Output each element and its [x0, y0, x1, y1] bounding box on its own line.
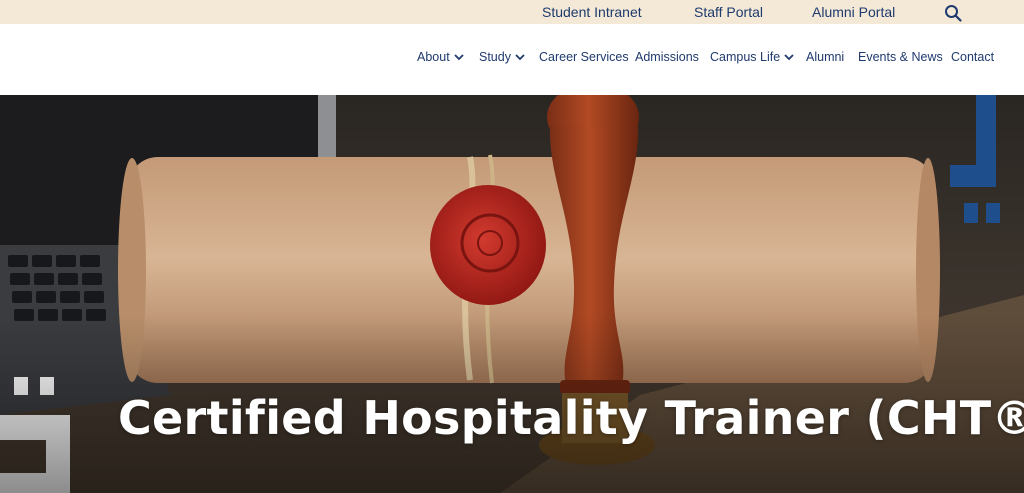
search-icon[interactable] — [944, 4, 962, 22]
nav-item-label: Career Services — [539, 50, 629, 64]
staff-portal-link[interactable]: Staff Portal — [694, 4, 763, 20]
nav-item-campus-life[interactable]: Campus Life — [710, 50, 795, 64]
nav-item-label: Campus Life — [710, 50, 781, 64]
hero-title: Certified Hospitality Trainer (CHT®) — [118, 391, 1024, 445]
utility-bar: Student Intranet Staff Portal Alumni Por… — [0, 0, 1024, 24]
nav-item-label: Contact — [951, 50, 995, 64]
hero-banner: Certified Hospitality Trainer (CHT®) — [0, 95, 1024, 493]
nav-item-label: Alumni — [806, 50, 845, 64]
student-intranet-link[interactable]: Student Intranet — [542, 4, 642, 20]
nav-item-career-services[interactable]: Career Services — [539, 50, 629, 64]
nav-item-label: About — [417, 50, 450, 64]
nav-item-about[interactable]: About — [417, 50, 465, 64]
nav-item-alumni[interactable]: Alumni — [806, 50, 844, 64]
main-nav: About Study Career Services Admissions C… — [0, 24, 1024, 95]
nav-item-label: Study — [479, 50, 511, 64]
chevron-down-icon — [454, 54, 464, 61]
nav-item-contact[interactable]: Contact — [951, 50, 994, 64]
nav-item-admissions[interactable]: Admissions — [635, 50, 699, 64]
nav-item-label: Events & News — [858, 50, 943, 64]
chevron-down-icon — [515, 54, 525, 61]
nav-item-events-news[interactable]: Events & News — [858, 50, 943, 64]
nav-item-label: Admissions — [635, 50, 699, 64]
nav-item-study[interactable]: Study — [479, 50, 526, 64]
chevron-down-icon — [784, 54, 794, 61]
alumni-portal-link[interactable]: Alumni Portal — [812, 4, 895, 20]
